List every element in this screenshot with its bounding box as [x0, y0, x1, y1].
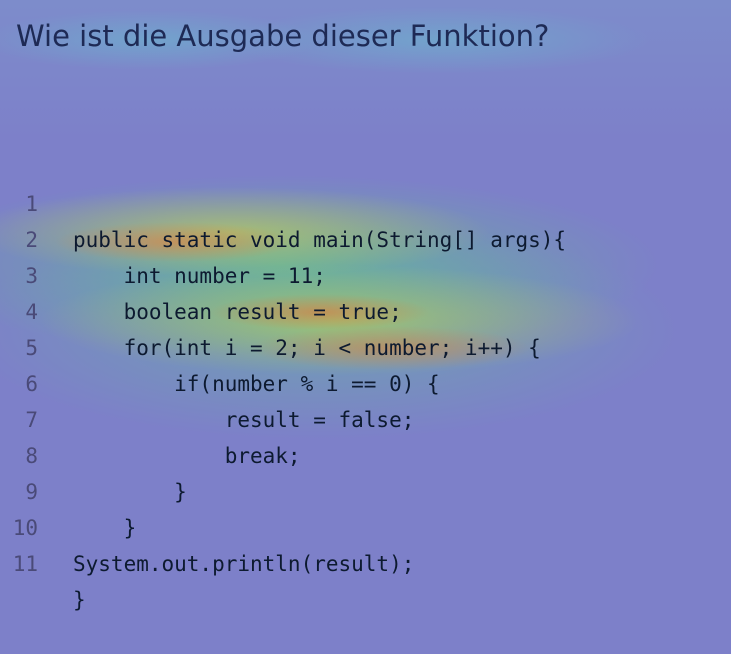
code-line: 7 break; [0, 366, 731, 468]
code-line: 3 boolean result = true; [0, 222, 731, 324]
code-text: System.out.println(result); [73, 552, 415, 576]
code-line: 9 } [0, 438, 731, 540]
code-text: } [73, 588, 86, 612]
code-line: 4 for(int i = 2; i < number; i++) { [0, 258, 731, 360]
code-line: 11 } [0, 510, 731, 612]
line-number: 11 [12, 552, 38, 576]
code-line: 10 System.out.println(result); [0, 474, 731, 576]
code-line: 5 if(number % i == 0) { [0, 294, 731, 396]
code-line: 1 public static void main(String[] args)… [0, 150, 731, 252]
question-title: Wie ist die Ausgabe dieser Funktion? [16, 19, 550, 53]
code-line: 2 int number = 11; [0, 186, 731, 288]
code-line: 6 result = false; [0, 330, 731, 432]
code-block: 1 public static void main(String[] args)… [0, 150, 731, 612]
code-line: 8 } [0, 402, 731, 504]
